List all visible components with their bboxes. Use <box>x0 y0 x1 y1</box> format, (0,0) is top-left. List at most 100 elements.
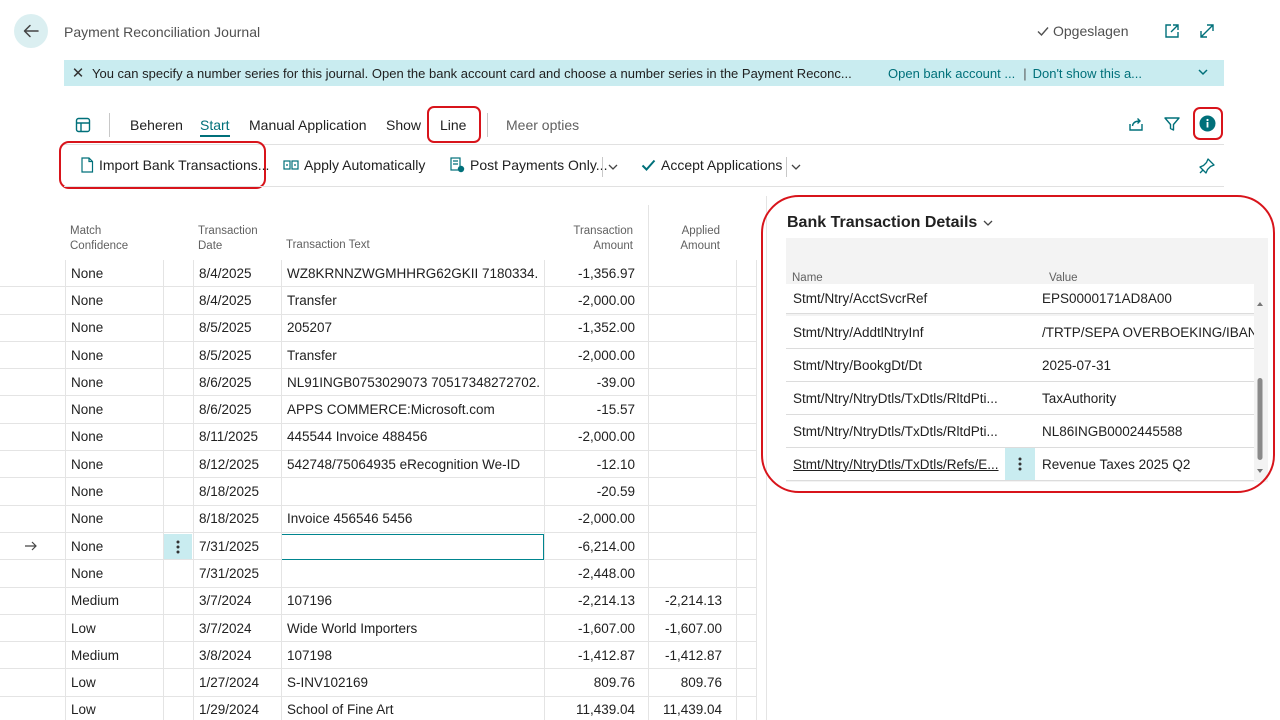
table-row[interactable]: Low 1/27/2024 S-INV102169 809.76 809.76 <box>0 670 756 697</box>
cell-amount[interactable]: -6,214.00 <box>546 533 635 559</box>
cell-applied[interactable] <box>652 451 722 477</box>
cell-text[interactable] <box>287 478 539 504</box>
cell-match[interactable]: Medium <box>71 588 161 614</box>
cell-amount[interactable]: 11,439.04 <box>546 697 635 720</box>
table-row[interactable]: Medium 3/7/2024 107196 -2,214.13 -2,214.13 <box>0 588 756 615</box>
cell-match[interactable]: None <box>71 287 161 313</box>
column-header-transaction-amount[interactable]: Transaction Amount <box>560 224 633 254</box>
cell-text[interactable]: Wide World Importers <box>287 615 539 641</box>
cell-applied[interactable]: -2,214.13 <box>652 588 722 614</box>
cell-amount[interactable]: -15.57 <box>546 397 635 423</box>
cell-match[interactable]: None <box>71 315 161 341</box>
cell-amount[interactable]: -1,352.00 <box>546 315 635 341</box>
share-button[interactable] <box>1127 115 1145 138</box>
cell-applied[interactable] <box>652 369 722 395</box>
import-bank-transactions-button[interactable]: Import Bank Transactions... <box>80 157 269 173</box>
table-row[interactable]: None 8/5/2025 Transfer -2,000.00 <box>0 342 756 370</box>
table-row[interactable]: Medium 3/8/2024 107198 -1,412.87 -1,412.87 <box>0 642 756 670</box>
table-row[interactable]: None 8/18/2025 -20.59 <box>0 478 756 506</box>
cell-amount[interactable]: -1,356.97 <box>546 260 635 286</box>
cell-amount[interactable]: -2,000.00 <box>546 506 635 532</box>
accept-applications-button[interactable]: Accept Applications <box>641 157 782 173</box>
cell-amount[interactable]: -2,000.00 <box>546 342 635 368</box>
cell-date[interactable]: 7/31/2025 <box>199 560 279 586</box>
dont-show-link[interactable]: Don't show this a... <box>1033 66 1142 81</box>
cell-applied[interactable] <box>652 397 722 423</box>
table-row[interactable]: None 8/4/2025 Transfer -2,000.00 <box>0 287 756 315</box>
cell-amount[interactable]: -2,000.00 <box>546 287 635 313</box>
cell-applied[interactable]: 11,439.04 <box>652 697 722 720</box>
cell-date[interactable]: 8/18/2025 <box>199 478 279 504</box>
cell-date[interactable]: 1/29/2024 <box>199 697 279 720</box>
cell-applied[interactable] <box>652 506 722 532</box>
cell-date[interactable]: 8/4/2025 <box>199 260 279 286</box>
cell-applied[interactable] <box>652 533 722 559</box>
cell-date[interactable]: 3/8/2024 <box>199 642 279 668</box>
cell-match[interactable]: None <box>71 342 161 368</box>
table-row[interactable]: None 8/11/2025 445544 Invoice 488456 -2,000… <box>0 424 756 452</box>
tab-show[interactable]: Show <box>386 117 421 133</box>
cell-amount[interactable]: -2,448.00 <box>546 560 635 586</box>
cell-text[interactable]: APPS COMMERCE:Microsoft.com <box>287 397 539 423</box>
cell-amount[interactable]: 809.76 <box>546 670 635 696</box>
table-row[interactable]: Low 1/29/2024 School of Fine Art 11,439.04 1… <box>0 697 756 720</box>
cell-text[interactable]: School of Fine Art <box>287 697 539 720</box>
cell-amount[interactable]: -12.10 <box>546 451 635 477</box>
cell-applied[interactable] <box>652 287 722 313</box>
column-header-match-confidence[interactable]: Match Confidence <box>70 224 128 254</box>
cell-match[interactable]: None <box>71 397 161 423</box>
cell-text[interactable]: S-INV102169 <box>287 670 539 696</box>
cell-date[interactable]: 8/6/2025 <box>199 369 279 395</box>
cell-date[interactable]: 8/18/2025 <box>199 506 279 532</box>
tab-start[interactable]: Start <box>200 117 230 137</box>
cell-applied[interactable]: 809.76 <box>652 670 722 696</box>
cell-applied[interactable]: -1,412.87 <box>652 642 722 668</box>
table-row[interactable]: None 8/5/2025 205207 -1,352.00 <box>0 315 756 342</box>
cell-date[interactable]: 8/11/2025 <box>199 424 279 450</box>
column-header-transaction-date[interactable]: Transaction Date <box>198 224 258 254</box>
cell-text[interactable]: Transfer <box>287 342 539 368</box>
cell-applied[interactable] <box>652 260 722 286</box>
filter-button[interactable] <box>1163 115 1181 138</box>
cell-match[interactable]: Medium <box>71 642 161 668</box>
cell-amount[interactable]: -39.00 <box>546 369 635 395</box>
back-button[interactable] <box>14 14 48 48</box>
cell-date[interactable]: 3/7/2024 <box>199 615 279 641</box>
open-new-window-button[interactable] <box>1161 20 1183 42</box>
table-row[interactable]: None 8/18/2025 Invoice 456546 5456 -2,000.0… <box>0 506 756 533</box>
details-pane-button[interactable] <box>1199 115 1216 137</box>
table-row[interactable]: None 8/6/2025 NL91INGB0753029073 705173482… <box>0 369 756 397</box>
cell-text[interactable]: WZ8KRNNZWGMHHRG62GKII 7180334... <box>287 260 539 286</box>
cell-text[interactable]: 542748/75064935 eRecognition We-ID <box>287 451 539 477</box>
table-row[interactable]: None 8/6/2025 APPS COMMERCE:Microsoft.com -… <box>0 397 756 424</box>
tab-manual-application[interactable]: Manual Application <box>249 117 367 133</box>
cell-match[interactable]: None <box>71 560 161 586</box>
chevron-down-icon[interactable] <box>789 160 803 174</box>
cell-match[interactable]: None <box>71 506 161 532</box>
cell-text[interactable]: 107196 <box>287 588 539 614</box>
cell-date[interactable]: 8/5/2025 <box>199 315 279 341</box>
cell-match[interactable]: None <box>71 533 161 559</box>
cell-text[interactable]: NL91INGB0753029073 70517348272702... <box>287 369 539 395</box>
cell-applied[interactable] <box>652 478 722 504</box>
pin-button[interactable] <box>1198 157 1216 180</box>
cell-match[interactable]: None <box>71 451 161 477</box>
cell-match[interactable]: Low <box>71 615 161 641</box>
cell-date[interactable]: 7/31/2025 <box>199 533 279 559</box>
open-bank-account-link[interactable]: Open bank account ... <box>888 66 1015 81</box>
close-icon[interactable]: ✕ <box>64 64 92 82</box>
cell-match[interactable]: Low <box>71 670 161 696</box>
cell-applied[interactable] <box>652 424 722 450</box>
chevron-down-icon[interactable] <box>1196 65 1210 79</box>
cell-applied[interactable] <box>652 315 722 341</box>
apply-automatically-button[interactable]: Apply Automatically <box>283 157 425 173</box>
table-row[interactable]: Low 3/7/2024 Wide World Importers -1,607.00… <box>0 615 756 643</box>
cell-text[interactable]: Transfer <box>287 287 539 313</box>
cell-date[interactable]: 8/4/2025 <box>199 287 279 313</box>
cell-date[interactable]: 1/27/2024 <box>199 670 279 696</box>
table-row[interactable]: None 8/12/2025 542748/75064935 eRecognitio… <box>0 451 756 479</box>
cell-text[interactable]: 107198 <box>287 642 539 668</box>
row-actions-button[interactable] <box>164 534 192 559</box>
column-header-transaction-text[interactable]: Transaction Text <box>286 238 370 253</box>
cell-text[interactable]: 445544 Invoice 488456 <box>287 424 539 450</box>
